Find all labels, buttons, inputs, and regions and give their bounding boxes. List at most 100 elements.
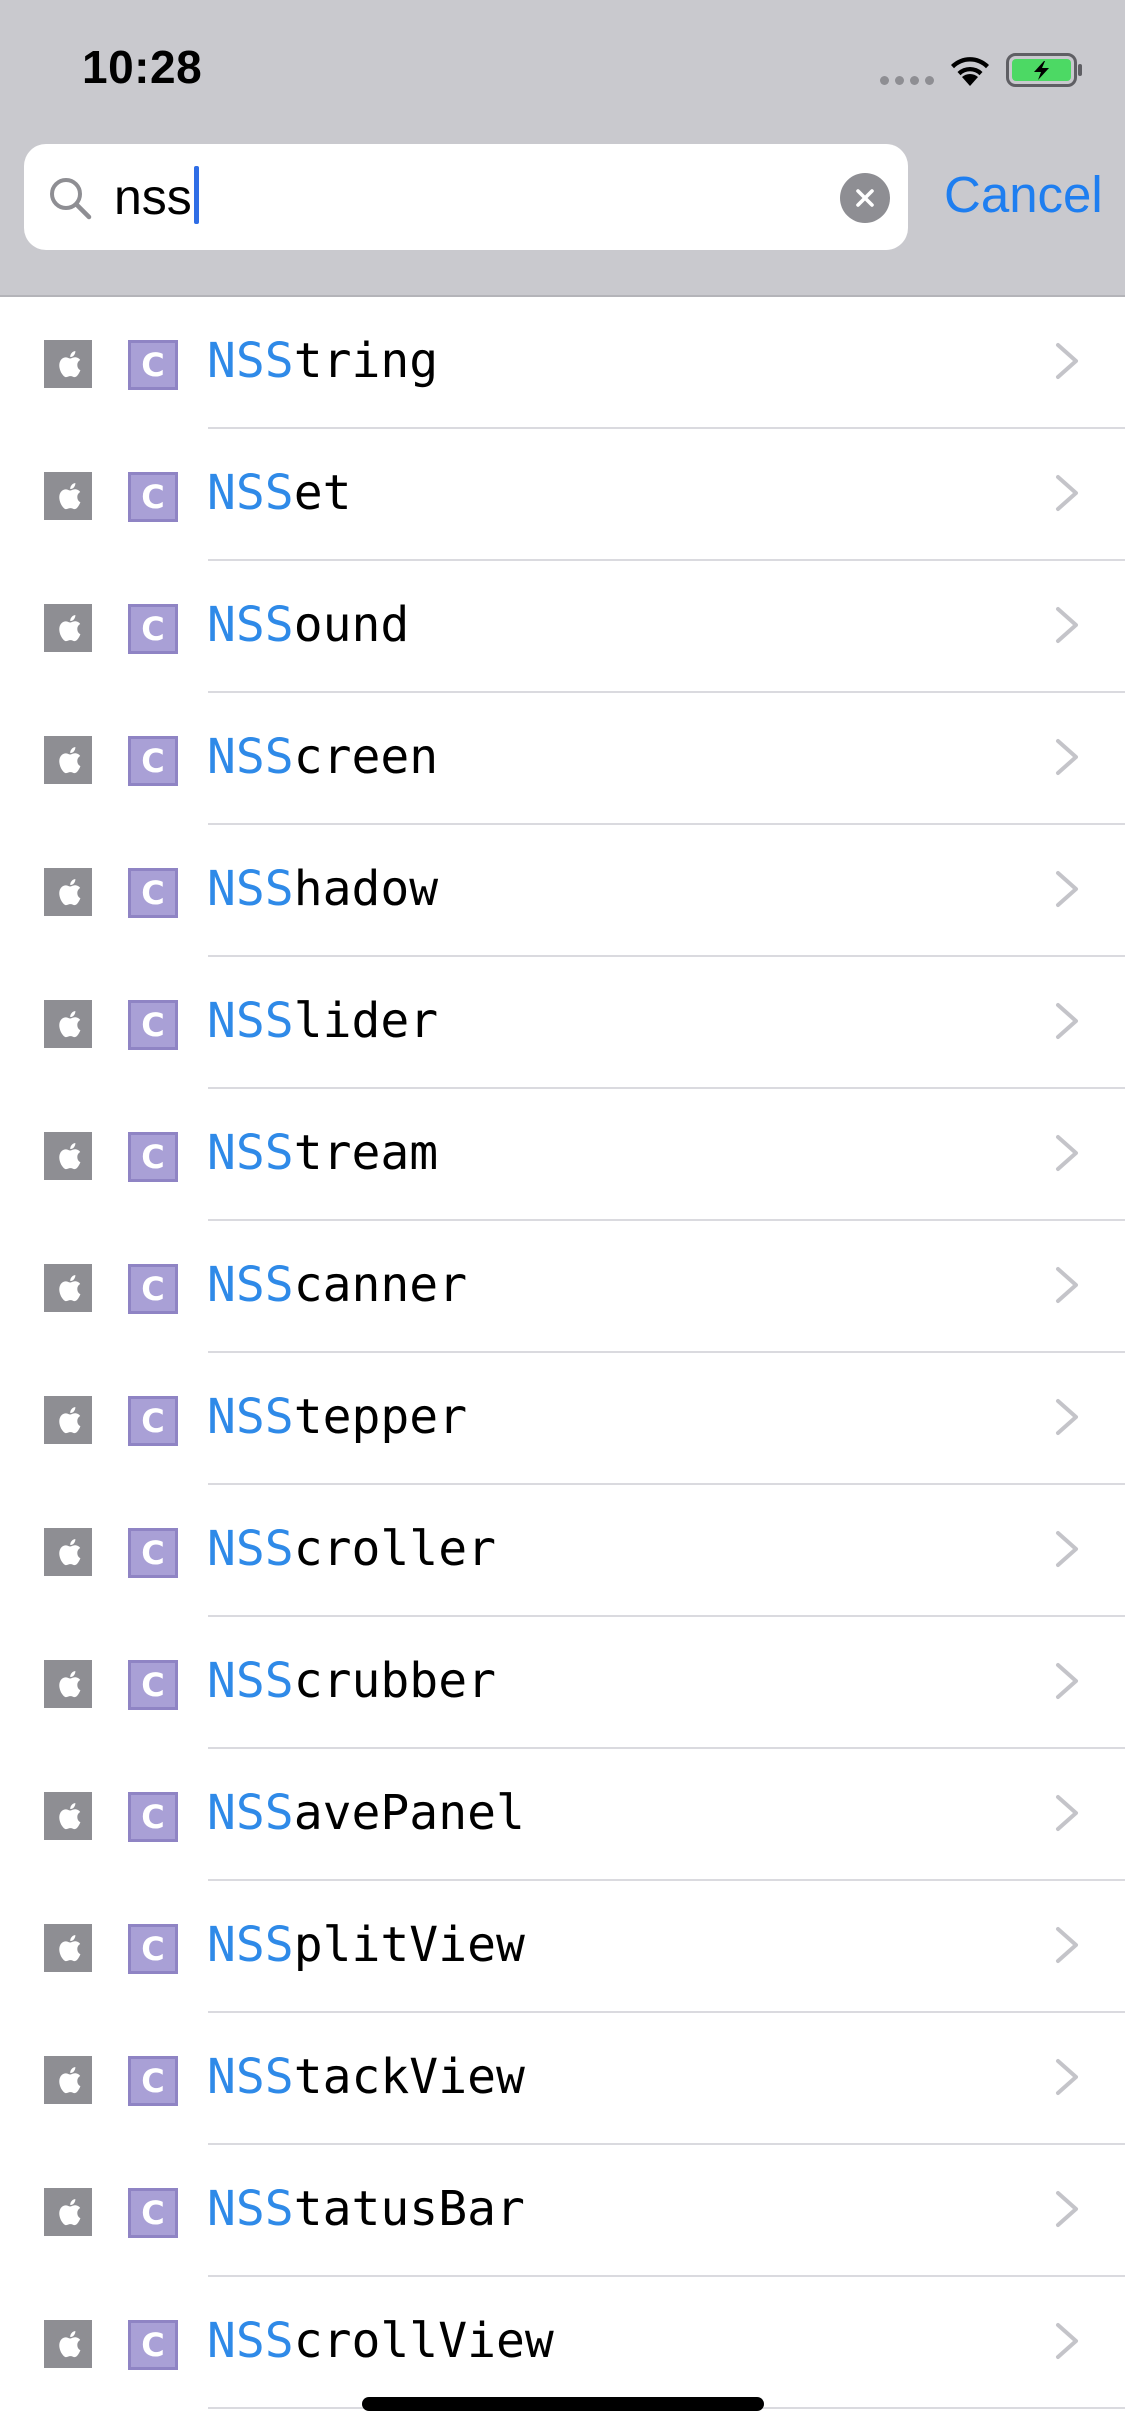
result-name-match: NSS (207, 1917, 294, 1973)
result-row[interactable]: C NSSet (0, 429, 1125, 561)
result-name: NSStatusBar (207, 2179, 525, 2239)
result-name-match: NSS (207, 333, 294, 389)
chevron-right-icon (1056, 1267, 1078, 1303)
result-row[interactable]: C NSScanner (0, 1221, 1125, 1353)
result-name: NSSet (207, 463, 352, 523)
apple-logo-icon (44, 1264, 92, 1312)
class-kind-icon: C (128, 1792, 178, 1842)
class-kind-icon: C (128, 2320, 178, 2370)
apple-logo-icon (44, 604, 92, 652)
home-indicator[interactable] (362, 2397, 764, 2411)
result-name-rest: et (293, 465, 352, 521)
chevron-right-icon (1056, 2059, 1078, 2095)
result-row[interactable]: C NSScrollView (0, 2277, 1125, 2409)
result-name-rest: plitView (293, 1917, 525, 1973)
result-name-rest: crubber (293, 1653, 496, 1709)
apple-logo-icon (44, 2188, 92, 2236)
wifi-icon (951, 57, 989, 86)
result-name-match: NSS (207, 597, 294, 653)
search-field[interactable]: nss (24, 144, 908, 250)
chevron-right-icon (1056, 1795, 1078, 1831)
result-name-match: NSS (207, 1257, 294, 1313)
apple-logo-icon (44, 2056, 92, 2104)
apple-logo-icon (44, 1924, 92, 1972)
result-row[interactable]: C NSStatusBar (0, 2145, 1125, 2277)
result-name-rest: lider (293, 993, 439, 1049)
result-name: NSShadow (207, 859, 438, 919)
result-row[interactable]: C NSSplitView (0, 1881, 1125, 2013)
result-name-rest: crollView (293, 2313, 554, 2369)
apple-logo-icon (44, 1528, 92, 1576)
apple-logo-icon (44, 340, 92, 388)
class-kind-icon: C (128, 340, 178, 390)
chevron-right-icon (1056, 2191, 1078, 2227)
result-name-match: NSS (207, 2049, 294, 2105)
chevron-right-icon (1056, 607, 1078, 643)
class-kind-icon: C (128, 1132, 178, 1182)
class-kind-icon: C (128, 736, 178, 786)
class-kind-icon: C (128, 472, 178, 522)
class-kind-icon: C (128, 1528, 178, 1578)
chevron-right-icon (1056, 1531, 1078, 1567)
result-row[interactable]: C NSStackView (0, 2013, 1125, 2145)
result-row[interactable]: C NSString (0, 297, 1125, 429)
result-name: NSStream (207, 1123, 438, 1183)
chevron-right-icon (1056, 475, 1078, 511)
result-name-rest: hadow (293, 861, 439, 917)
chevron-right-icon (1056, 1663, 1078, 1699)
result-name: NSScrollView (207, 2311, 554, 2371)
result-name-rest: tatusBar (293, 2181, 525, 2237)
result-name-rest: tackView (293, 2049, 525, 2105)
chevron-right-icon (1056, 1399, 1078, 1435)
result-name: NSSavePanel (207, 1783, 525, 1843)
result-row[interactable]: C NSScrubber (0, 1617, 1125, 1749)
apple-logo-icon (44, 736, 92, 784)
result-row[interactable]: C NSShadow (0, 825, 1125, 957)
result-row[interactable]: C NSStepper (0, 1353, 1125, 1485)
result-name-rest: ound (293, 597, 410, 653)
result-name: NSSlider (207, 991, 438, 1051)
class-kind-icon: C (128, 2188, 178, 2238)
apple-logo-icon (44, 2320, 92, 2368)
chevron-right-icon (1056, 1003, 1078, 1039)
result-name-rest: tring (293, 333, 439, 389)
class-kind-icon: C (128, 1000, 178, 1050)
result-name-match: NSS (207, 993, 294, 1049)
result-name: NSStepper (207, 1387, 467, 1447)
result-row[interactable]: C NSSavePanel (0, 1749, 1125, 1881)
result-name: NSScreen (207, 727, 438, 787)
clear-search-button[interactable] (840, 173, 890, 223)
chevron-right-icon (1056, 871, 1078, 907)
search-query-text: nss (114, 169, 192, 225)
apple-logo-icon (44, 1396, 92, 1444)
result-name: NSSplitView (207, 1915, 525, 1975)
result-name-match: NSS (207, 861, 294, 917)
class-kind-icon: C (128, 1396, 178, 1446)
search-input[interactable]: nss (114, 166, 199, 228)
apple-logo-icon (44, 472, 92, 520)
result-name-match: NSS (207, 1521, 294, 1577)
apple-logo-icon (44, 1132, 92, 1180)
class-kind-icon: C (128, 2056, 178, 2106)
cancel-button[interactable]: Cancel (944, 164, 1103, 226)
result-name-match: NSS (207, 1125, 294, 1181)
result-row[interactable]: C NSSlider (0, 957, 1125, 1089)
clear-icon (856, 189, 874, 207)
cellular-signal-icon (880, 76, 934, 86)
result-row[interactable]: C NSScroller (0, 1485, 1125, 1617)
result-row[interactable]: C NSSound (0, 561, 1125, 693)
class-kind-icon: C (128, 604, 178, 654)
class-kind-icon: C (128, 1264, 178, 1314)
result-name: NSScanner (207, 1255, 467, 1315)
result-name-match: NSS (207, 1389, 294, 1445)
result-name: NSScroller (207, 1519, 496, 1579)
chevron-right-icon (1056, 739, 1078, 775)
apple-logo-icon (44, 1660, 92, 1708)
result-row[interactable]: C NSScreen (0, 693, 1125, 825)
result-name: NSString (207, 331, 438, 391)
class-kind-icon: C (128, 1660, 178, 1710)
result-row[interactable]: C NSStream (0, 1089, 1125, 1221)
apple-logo-icon (44, 1000, 92, 1048)
result-name-match: NSS (207, 2313, 294, 2369)
apple-logo-icon (44, 1792, 92, 1840)
